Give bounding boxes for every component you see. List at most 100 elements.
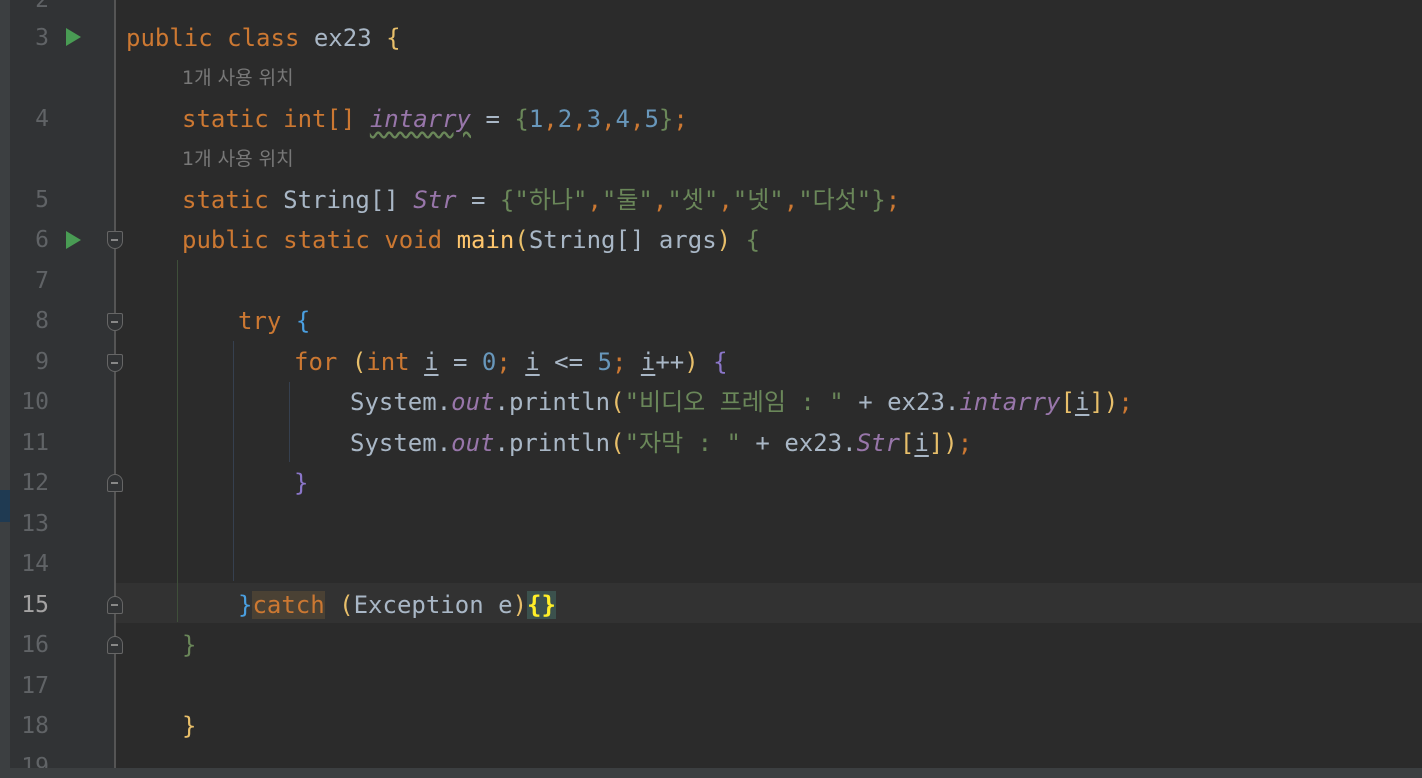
code-line-4[interactable]: static int[] intarry = {1,2,3,4,5}; [182, 99, 688, 139]
brace: } [294, 469, 309, 497]
method-call: .println [494, 429, 611, 457]
bracket: ] [928, 429, 944, 457]
line-number[interactable]: 16 [10, 625, 49, 665]
brace: } [182, 631, 197, 659]
fold-end-icon[interactable] [107, 596, 123, 614]
code-line-18[interactable]: } [182, 706, 196, 746]
usage-hint[interactable]: 1개 사용 위치 [182, 139, 294, 179]
code-line-15[interactable]: }catch (Exception e){} [238, 585, 556, 625]
semicolon: ; [885, 186, 901, 214]
method-name: main [456, 226, 515, 254]
string: "다섯" [798, 186, 872, 214]
number: 1 [528, 105, 544, 133]
code-line-3[interactable]: public class ex23 { [126, 18, 401, 58]
brace: { [295, 307, 311, 335]
empty-block-braces: {} [527, 591, 556, 619]
semicolon: ; [957, 429, 973, 457]
brace: { [499, 186, 515, 214]
brace: { [713, 348, 728, 376]
params: String[] args [528, 226, 717, 254]
line-number[interactable]: 3 [10, 18, 49, 58]
horizontal-scrollbar[interactable] [0, 768, 1422, 778]
keyword: static [182, 105, 269, 133]
code-line-5[interactable]: static String[] Str = {"하나","둘","셋","넷",… [182, 180, 900, 220]
code-line-12[interactable]: } [294, 463, 308, 503]
semicolon: ; [611, 348, 627, 376]
string: "하나" [514, 186, 588, 214]
string: "자막 : " [624, 429, 741, 457]
keyword: public [126, 24, 213, 52]
code-line-11[interactable]: System.out.println("자막 : " + ex23.Str[i]… [350, 423, 972, 463]
number: 0 [481, 348, 497, 376]
paren: ) [943, 429, 958, 457]
params: Exception e [353, 591, 513, 619]
keyword: class [227, 24, 300, 52]
operator: <= [539, 348, 598, 376]
variable: i [1074, 388, 1090, 416]
semicolon: ; [673, 105, 688, 133]
field-str: Str [413, 186, 457, 214]
usage-hint[interactable]: 1개 사용 위치 [182, 58, 294, 98]
method-call: .println [494, 388, 611, 416]
field-intarry: intarry [959, 388, 1061, 416]
paren: ( [324, 591, 354, 619]
operator: = [456, 186, 500, 214]
code-line-6[interactable]: public static void main(String[] args) { [182, 220, 760, 260]
line-number[interactable]: 12 [10, 463, 49, 503]
string: "비디오 프레임 : " [624, 388, 844, 416]
line-number[interactable]: 14 [10, 544, 49, 584]
run-class-icon[interactable] [66, 28, 81, 46]
line-number-active[interactable]: 15 [10, 585, 49, 625]
bracket: ] [1089, 388, 1104, 416]
line-number[interactable]: 18 [10, 706, 49, 746]
brace: } [182, 712, 197, 740]
operator: ++ [655, 348, 685, 376]
fold-collapse-icon[interactable] [107, 313, 123, 331]
class-ref: System. [350, 388, 452, 416]
code-line-10[interactable]: System.out.println("비디오 프레임 : " + ex23.i… [350, 382, 1133, 422]
keyword: for [294, 348, 338, 376]
line-number[interactable]: 9 [10, 342, 49, 382]
fold-end-icon[interactable] [107, 636, 123, 654]
keyword: int [366, 348, 410, 376]
paren: ) [716, 226, 732, 254]
brace: } [238, 591, 253, 619]
code-line-16[interactable]: } [182, 625, 196, 665]
indent-guide [177, 260, 178, 622]
line-number[interactable]: 5 [10, 180, 49, 220]
run-main-icon[interactable] [66, 231, 81, 249]
number: 3 [586, 105, 602, 133]
static-field: out [451, 429, 495, 457]
paren: ( [514, 226, 529, 254]
paren: ( [610, 429, 625, 457]
keyword: static [283, 226, 370, 254]
line-number[interactable]: 8 [10, 301, 49, 341]
fold-collapse-icon[interactable] [107, 354, 123, 372]
code-line-9[interactable]: for (int i = 0; i <= 5; i++) { [294, 342, 728, 382]
field-str: Str [856, 429, 900, 457]
variable: i [914, 429, 929, 457]
operator: = [438, 348, 482, 376]
variable: i [640, 348, 656, 376]
indent-guide [289, 382, 290, 462]
code-line-8[interactable]: try { [238, 301, 310, 341]
fold-end-icon[interactable] [107, 474, 123, 492]
paren: ( [351, 348, 367, 376]
semicolon: ; [496, 348, 511, 376]
line-number[interactable]: 13 [10, 504, 49, 544]
line-number[interactable]: 2 [10, 0, 49, 20]
operator: = [471, 105, 515, 133]
operator: + ex23. [843, 388, 960, 416]
code-editor[interactable]: 2 3 4 5 6 7 8 9 10 11 12 13 14 15 16 17 … [0, 0, 1422, 778]
line-number[interactable]: 4 [10, 99, 49, 139]
left-scrollbar[interactable] [0, 0, 10, 778]
fold-collapse-icon[interactable] [107, 231, 123, 249]
scrollbar-thumb[interactable] [0, 490, 10, 522]
line-number[interactable]: 11 [10, 423, 49, 463]
bracket: [ [899, 429, 915, 457]
line-number[interactable]: 10 [10, 382, 49, 422]
line-number[interactable]: 17 [10, 666, 49, 706]
line-number[interactable]: 6 [10, 220, 49, 260]
line-number[interactable]: 7 [10, 261, 49, 301]
string: "둘" [601, 186, 653, 214]
